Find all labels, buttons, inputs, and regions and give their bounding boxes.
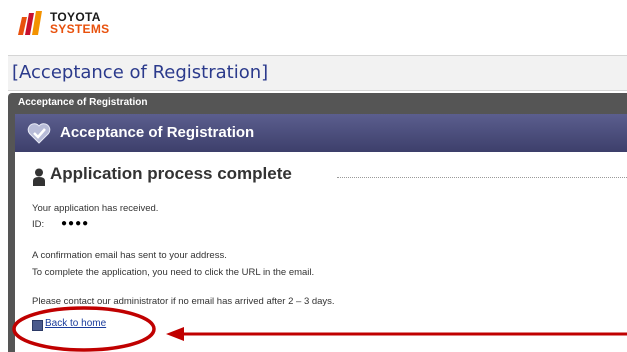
person-icon xyxy=(33,168,45,186)
page-title-bar: [Acceptance of Registration] xyxy=(8,55,627,91)
contact-text: Please contact our administrator if no e… xyxy=(32,296,335,307)
panel-content: Acceptance of Registration Application p… xyxy=(15,114,627,352)
received-text: Your application has received. xyxy=(32,203,159,214)
logo-bar: TOYOTA SYSTEMS xyxy=(0,0,627,50)
id-value: ●●●● xyxy=(61,218,90,229)
back-square-icon xyxy=(32,320,43,331)
section-divider xyxy=(337,177,627,178)
page-title: [Acceptance of Registration] xyxy=(12,62,269,83)
logo-line2: SYSTEMS xyxy=(50,22,110,36)
panel-inner-header: Acceptance of Registration xyxy=(15,114,627,152)
confirm-line-2: To complete the application, you need to… xyxy=(32,267,315,278)
toyota-systems-logo-icon xyxy=(18,11,42,35)
panel-outer-header: Acceptance of Registration xyxy=(18,97,148,108)
id-label: ID: xyxy=(32,219,45,230)
section-heading: Application process complete xyxy=(32,164,627,190)
panel-inner-title: Acceptance of Registration xyxy=(60,124,255,141)
registration-panel: Acceptance of Registration Acceptance of… xyxy=(8,93,627,352)
logo-text: TOYOTA SYSTEMS xyxy=(50,11,109,35)
heart-check-icon xyxy=(27,123,51,144)
back-to-home-label[interactable]: Back to home xyxy=(45,318,106,329)
confirm-line-1: A confirmation email has sent to your ad… xyxy=(32,250,227,261)
section-title: Application process complete xyxy=(50,164,298,184)
